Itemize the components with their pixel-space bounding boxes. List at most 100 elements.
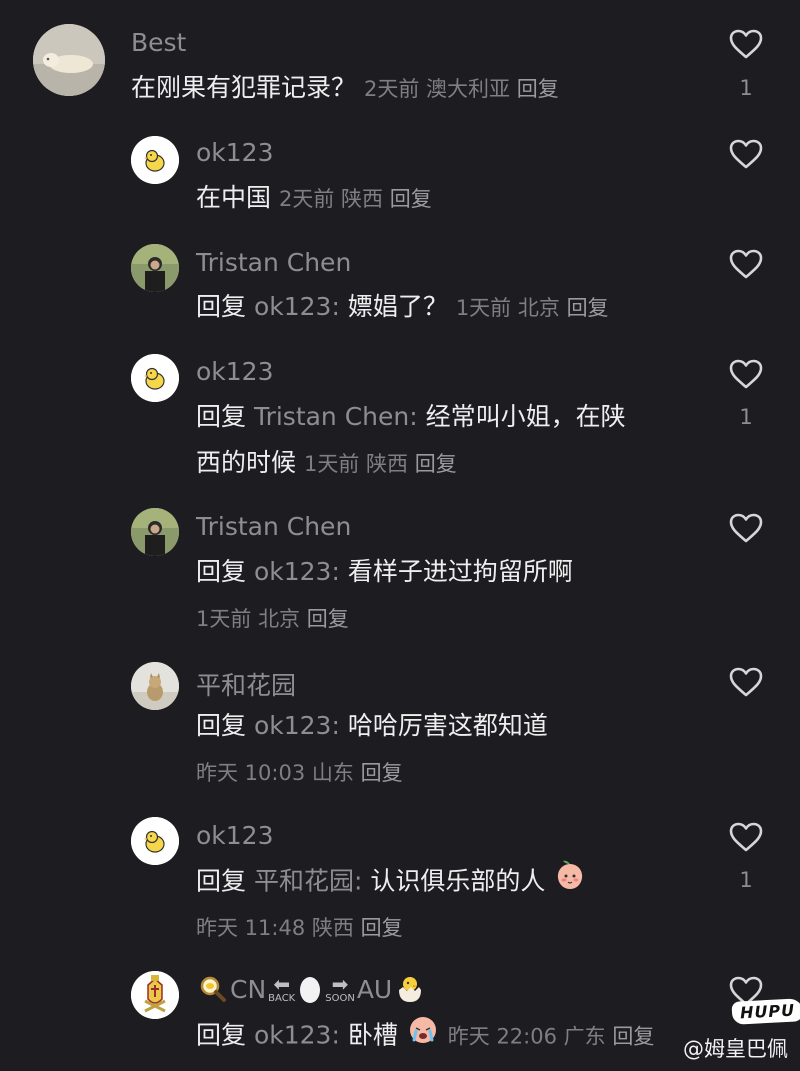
reply-button[interactable]: 回复 xyxy=(307,607,349,631)
reply-prefix: 回复 xyxy=(196,292,247,321)
timestamp: 2天前 xyxy=(363,77,420,101)
reply-button[interactable]: 回复 xyxy=(517,77,559,101)
timestamp: 1天前 xyxy=(303,452,360,476)
avatar[interactable] xyxy=(131,136,179,184)
peach-emoji-icon xyxy=(553,858,587,907)
reply-button[interactable]: 回复 xyxy=(390,187,432,211)
avatar[interactable] xyxy=(33,24,105,96)
username[interactable]: ok123 xyxy=(196,357,274,386)
avatar[interactable] xyxy=(131,508,179,556)
username[interactable]: ok123 xyxy=(196,821,274,850)
egg-icon xyxy=(300,977,321,1003)
back-label: BACK xyxy=(268,993,296,1004)
timestamp: 昨天 22:06 xyxy=(447,1024,557,1049)
timestamp: 1天前 xyxy=(455,296,512,320)
reply-button[interactable]: 回复 xyxy=(612,1025,654,1049)
comment-content: 卧槽 xyxy=(347,1020,398,1050)
heart-outline-icon xyxy=(729,822,763,852)
comment-content: 认识俱乐部的人 xyxy=(370,866,546,896)
hatching-chick-icon xyxy=(399,977,422,1002)
reply-prefix: 回复 xyxy=(196,711,247,740)
timestamp: 昨天 11:48 xyxy=(196,916,306,940)
location: 陕西 xyxy=(311,916,354,940)
comment-text: 回复 Tristan Chen: 经常叫小姐，在陕 xyxy=(196,394,626,440)
username[interactable]: ok123 xyxy=(196,138,274,167)
heart-outline-icon xyxy=(729,139,763,169)
username[interactable]: 平和花园 xyxy=(196,666,296,702)
soon-label: SOON xyxy=(325,993,355,1004)
avatar[interactable] xyxy=(131,662,179,710)
avatar[interactable] xyxy=(131,244,179,292)
like-button[interactable] xyxy=(724,508,768,548)
like-button[interactable] xyxy=(724,134,768,174)
heart-outline-icon xyxy=(729,359,763,389)
heart-outline-icon xyxy=(729,249,763,279)
like-button[interactable] xyxy=(724,244,768,284)
timestamp: 1天前 xyxy=(196,607,252,631)
watermark: @姆皇巴佩 xyxy=(683,1037,788,1061)
comment-text: 回复 ok123: 嫖娼了？ 1天前 北京 回复 xyxy=(196,284,609,331)
comment-text-continued: 西的时候 1天前 陕西 回复 xyxy=(196,440,457,487)
reply-prefix: 回复 xyxy=(196,866,247,896)
reply-prefix: 回复 xyxy=(196,1020,247,1050)
reply-target[interactable]: ok123: xyxy=(254,1021,340,1050)
like-button[interactable] xyxy=(724,662,768,702)
comment-content: 看样子进过拘留所啊 xyxy=(347,557,573,586)
like-button[interactable] xyxy=(724,817,768,857)
comment-text: 回复 平和花园: 认识俱乐部的人 xyxy=(196,858,587,907)
reply-prefix: 回复 xyxy=(196,402,247,431)
comment-text: 在中国 2天前 陕西 回复 xyxy=(196,175,432,222)
reply-target[interactable]: ok123: xyxy=(254,557,340,586)
username-part-cn: CN xyxy=(230,974,267,1004)
heart-outline-icon xyxy=(729,513,763,543)
username[interactable]: Best xyxy=(131,28,186,57)
avatar[interactable] xyxy=(131,971,179,1019)
soon-arrow-icon: ➡ SOON xyxy=(325,972,355,1004)
back-arrow-icon: ⬅ BACK xyxy=(268,972,296,1004)
comment-content: 在中国 xyxy=(196,183,272,212)
like-button[interactable] xyxy=(724,24,768,64)
avatar[interactable] xyxy=(131,354,179,402)
comment-content: 哈哈厉害这都知道 xyxy=(347,711,548,740)
magnifier-icon xyxy=(200,976,226,1002)
location: 北京 xyxy=(258,607,301,631)
like-button[interactable] xyxy=(724,354,768,394)
comment-meta: 1天前 北京 回复 xyxy=(196,595,349,642)
avatar[interactable] xyxy=(131,817,179,865)
location: 澳大利亚 xyxy=(426,77,511,101)
timestamp: 2天前 xyxy=(278,187,335,211)
comment-meta: 昨天 11:48 陕西 回复 xyxy=(196,904,403,951)
like-count: 1 xyxy=(739,868,753,892)
reply-prefix: 回复 xyxy=(196,557,247,586)
location: 广东 xyxy=(563,1024,606,1049)
username[interactable]: CN ⬅ BACK ➡ SOON AU xyxy=(198,973,426,1005)
hupu-logo: HUPU xyxy=(731,998,800,1025)
reply-button[interactable]: 回复 xyxy=(567,296,609,320)
like-count: 1 xyxy=(739,76,753,100)
reply-target[interactable]: ok123: xyxy=(254,711,340,740)
reply-button[interactable]: 回复 xyxy=(361,916,403,940)
heart-outline-icon xyxy=(729,667,763,697)
location: 山东 xyxy=(311,761,354,785)
comment-content: 经常叫小姐，在陕 xyxy=(425,402,626,431)
reply-target[interactable]: 平和花园: xyxy=(254,867,362,896)
username[interactable]: Tristan Chen xyxy=(196,248,351,277)
timestamp: 昨天 10:03 xyxy=(196,761,306,785)
reply-target[interactable]: ok123: xyxy=(254,292,340,321)
reply-button[interactable]: 回复 xyxy=(415,452,457,476)
location: 北京 xyxy=(517,296,560,320)
username-part-au: AU xyxy=(356,974,393,1004)
comment-text: 在刚果有犯罪记录？ 2天前 澳大利亚 回复 xyxy=(131,65,559,112)
comment-content: 嫖娼了？ xyxy=(347,292,448,321)
reply-button[interactable]: 回复 xyxy=(361,761,403,785)
comment-meta: 昨天 10:03 山东 回复 xyxy=(196,749,403,796)
comment-text: 回复 ok123: 哈哈厉害这都知道 xyxy=(196,703,548,749)
like-count: 1 xyxy=(739,405,753,429)
location: 陕西 xyxy=(366,452,409,476)
comment-content: 在刚果有犯罪记录？ xyxy=(131,73,357,102)
heart-outline-icon xyxy=(729,29,763,59)
reply-target[interactable]: Tristan Chen: xyxy=(254,402,418,431)
username[interactable]: Tristan Chen xyxy=(196,512,351,541)
crying-emoji-icon xyxy=(406,1012,440,1061)
comment-text: 回复 ok123: 看样子进过拘留所啊 xyxy=(196,549,573,595)
